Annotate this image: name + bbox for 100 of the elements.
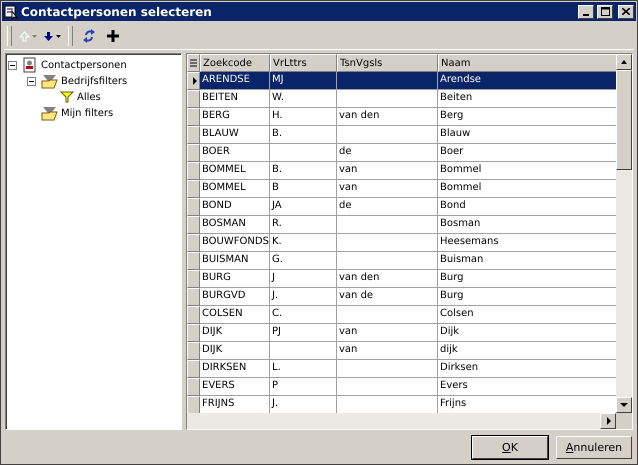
tree-item[interactable]: Bedrijfsfilters [60, 76, 128, 86]
funnel-icon [60, 91, 74, 103]
table-cell: Bond [438, 198, 616, 216]
cancel-button[interactable]: Annuleren [556, 436, 632, 458]
table-cell: BOUWFONDS [200, 234, 270, 252]
table-cell: Heesemans [438, 234, 616, 252]
table-cell: FRIJNS [200, 396, 270, 413]
column-header[interactable]: TsnVgsls [337, 54, 438, 72]
table-cell: ARENDSE [200, 72, 270, 90]
table-cell: P [270, 378, 337, 396]
column-header[interactable]: VrLttrs [270, 54, 337, 72]
table-cell: BOER [200, 144, 270, 162]
table-cell: PJ [270, 324, 337, 342]
table-cell: Beiten [438, 90, 616, 108]
tree-item[interactable]: Mijn filters [60, 108, 114, 118]
arrow-up-icon [620, 58, 628, 66]
close-icon [622, 8, 630, 15]
table-cell: B. [270, 126, 337, 144]
table-cell: DIRKSEN [200, 360, 270, 378]
list-icon [190, 58, 197, 68]
column-menu[interactable] [187, 54, 200, 72]
table-cell: dijk [438, 342, 616, 360]
table-cell: R. [270, 216, 337, 234]
arrow-right-icon [604, 417, 612, 425]
table-cell: Dijk [438, 324, 616, 342]
table-cell: de [337, 144, 438, 162]
table-cell: Burg [438, 288, 616, 306]
maximize-icon [600, 7, 610, 16]
table-cell: de [337, 198, 438, 216]
table-cell: Buisman [438, 252, 616, 270]
ok-button[interactable]: OK [472, 436, 548, 458]
caret-icon [56, 34, 61, 38]
maximize-button[interactable] [597, 4, 613, 18]
table-cell: J [270, 270, 337, 288]
table-cell: BURG [200, 270, 270, 288]
table-cell: BOSMAN [200, 216, 270, 234]
table-cell: MJ [270, 72, 337, 90]
plus-icon [107, 30, 119, 42]
minus-icon [10, 62, 15, 68]
vertical-scrollbar[interactable] [616, 54, 632, 413]
table-cell: B. [270, 162, 337, 180]
table-cell: Arendse [438, 72, 616, 90]
caret-icon [32, 34, 37, 38]
arrow-up-icon [19, 30, 30, 42]
folder-filter-icon [41, 105, 58, 121]
table-cell: L. [270, 360, 337, 378]
tree-item[interactable]: Contactpersonen [40, 60, 128, 70]
table-cell: van [337, 180, 438, 198]
table-cell: COLSEN [200, 306, 270, 324]
table-cell: van [337, 162, 438, 180]
table-cell: Bosman [438, 216, 616, 234]
window-title: Contactpersonen selecteren [21, 4, 213, 18]
table-cell: van den [337, 108, 438, 126]
refresh-icon [83, 29, 95, 43]
table-cell: van den [337, 270, 438, 288]
arrow-down-icon [43, 30, 54, 42]
row-indicator[interactable] [187, 72, 200, 90]
table-cell: Boer [438, 144, 616, 162]
horizontal-scrollbar[interactable] [187, 413, 632, 429]
table-cell: Berg [438, 108, 616, 126]
table-cell: Blauw [438, 126, 616, 144]
table-cell: BURGVD [200, 288, 270, 306]
table-cell: Bommel [438, 180, 616, 198]
table-cell: C. [270, 306, 337, 324]
arrow-down-icon [620, 401, 628, 409]
contacts-icon [22, 57, 38, 73]
table-cell: van [337, 342, 438, 360]
table-cell: EVERS [200, 378, 270, 396]
table-cell: Evers [438, 378, 616, 396]
folder-filter-icon [41, 73, 58, 89]
table-cell: G. [270, 252, 337, 270]
table-cell: BLAUW [200, 126, 270, 144]
table-cell: W. [270, 90, 337, 108]
column-header[interactable]: Naam [438, 54, 616, 72]
table-cell: BERG [200, 108, 270, 126]
column-header[interactable]: Zoekcode [200, 54, 270, 72]
table-cell: Dirksen [438, 360, 616, 378]
table-cell: B [270, 180, 337, 198]
window-icon [4, 4, 18, 18]
table-cell: van [337, 324, 438, 342]
tree-item[interactable]: Alles [76, 92, 102, 102]
table-cell: BOMMEL [200, 180, 270, 198]
table-cell: Bommel [438, 162, 616, 180]
minus-icon [29, 78, 34, 84]
table-cell: K. [270, 234, 337, 252]
table-cell: DIJK [200, 324, 270, 342]
table-cell: Colsen [438, 306, 616, 324]
table-cell: BOND [200, 198, 270, 216]
minimize-icon [583, 14, 589, 16]
table-cell: J. [270, 288, 337, 306]
table-cell: BEITEN [200, 90, 270, 108]
table-cell: H. [270, 108, 337, 126]
table-cell: Burg [438, 270, 616, 288]
table-cell: BUISMAN [200, 252, 270, 270]
close-button[interactable] [618, 4, 634, 18]
table-cell: JA [270, 198, 337, 216]
collapse-toggle[interactable] [27, 76, 36, 86]
collapse-toggle[interactable] [8, 60, 17, 70]
table-cell: van de [337, 288, 438, 306]
minimize-button[interactable] [578, 4, 594, 18]
